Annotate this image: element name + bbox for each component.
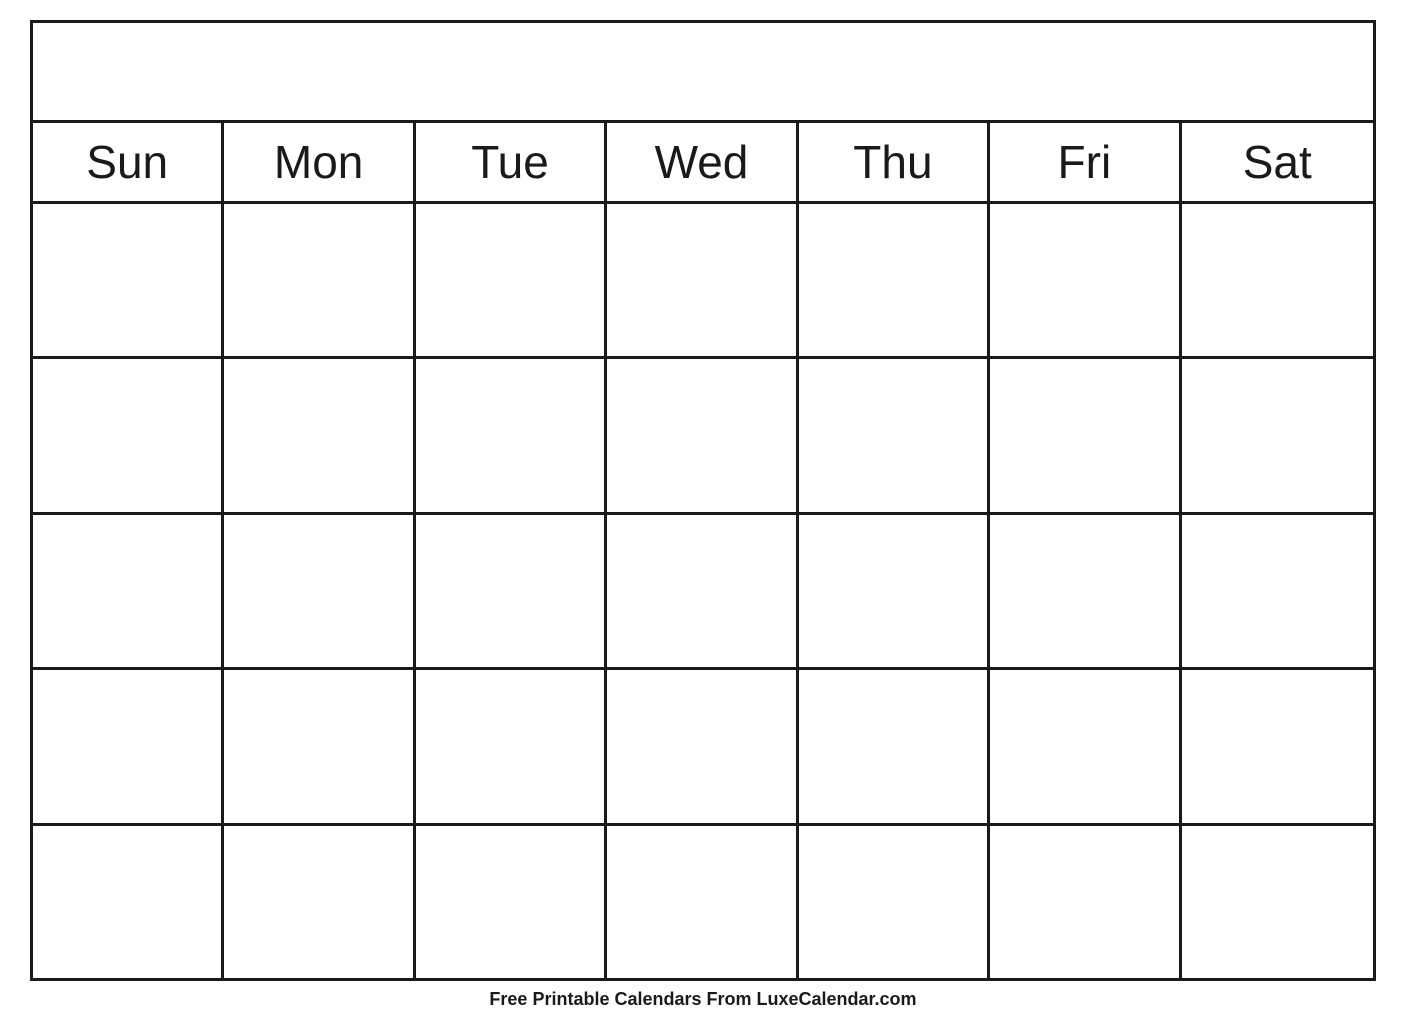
cell-5-2 <box>224 826 415 978</box>
title-row <box>33 23 1373 123</box>
cell-1-6 <box>990 204 1181 356</box>
cell-5-4 <box>607 826 798 978</box>
header-sat: Sat <box>1182 123 1373 201</box>
cell-4-3 <box>416 670 607 822</box>
cell-2-5 <box>799 359 990 511</box>
cell-2-6 <box>990 359 1181 511</box>
cell-3-2 <box>224 515 415 667</box>
cell-5-5 <box>799 826 990 978</box>
cell-2-7 <box>1182 359 1373 511</box>
cell-5-7 <box>1182 826 1373 978</box>
cell-3-7 <box>1182 515 1373 667</box>
page-wrapper: Sun Mon Tue Wed Thu Fri Sat <box>0 0 1406 1020</box>
cell-1-4 <box>607 204 798 356</box>
week-row-4 <box>33 670 1373 825</box>
header-thu: Thu <box>799 123 990 201</box>
cell-2-1 <box>33 359 224 511</box>
week-row-1 <box>33 204 1373 359</box>
cell-4-5 <box>799 670 990 822</box>
cell-1-7 <box>1182 204 1373 356</box>
cell-2-3 <box>416 359 607 511</box>
calendar-container: Sun Mon Tue Wed Thu Fri Sat <box>30 20 1376 981</box>
cell-2-2 <box>224 359 415 511</box>
cell-5-3 <box>416 826 607 978</box>
calendar-body <box>33 204 1373 978</box>
cell-4-4 <box>607 670 798 822</box>
week-row-2 <box>33 359 1373 514</box>
cell-4-7 <box>1182 670 1373 822</box>
cell-4-6 <box>990 670 1181 822</box>
header-wed: Wed <box>607 123 798 201</box>
cell-1-3 <box>416 204 607 356</box>
cell-3-6 <box>990 515 1181 667</box>
cell-5-1 <box>33 826 224 978</box>
cell-3-1 <box>33 515 224 667</box>
header-tue: Tue <box>416 123 607 201</box>
week-row-5 <box>33 826 1373 978</box>
week-row-3 <box>33 515 1373 670</box>
header-sun: Sun <box>33 123 224 201</box>
cell-4-2 <box>224 670 415 822</box>
footer-text: Free Printable Calendars From LuxeCalend… <box>489 989 916 1010</box>
cell-2-4 <box>607 359 798 511</box>
header-fri: Fri <box>990 123 1181 201</box>
header-mon: Mon <box>224 123 415 201</box>
cell-5-6 <box>990 826 1181 978</box>
cell-1-5 <box>799 204 990 356</box>
cell-1-2 <box>224 204 415 356</box>
cell-3-4 <box>607 515 798 667</box>
cell-3-3 <box>416 515 607 667</box>
cell-1-1 <box>33 204 224 356</box>
cell-3-5 <box>799 515 990 667</box>
header-row: Sun Mon Tue Wed Thu Fri Sat <box>33 123 1373 204</box>
cell-4-1 <box>33 670 224 822</box>
